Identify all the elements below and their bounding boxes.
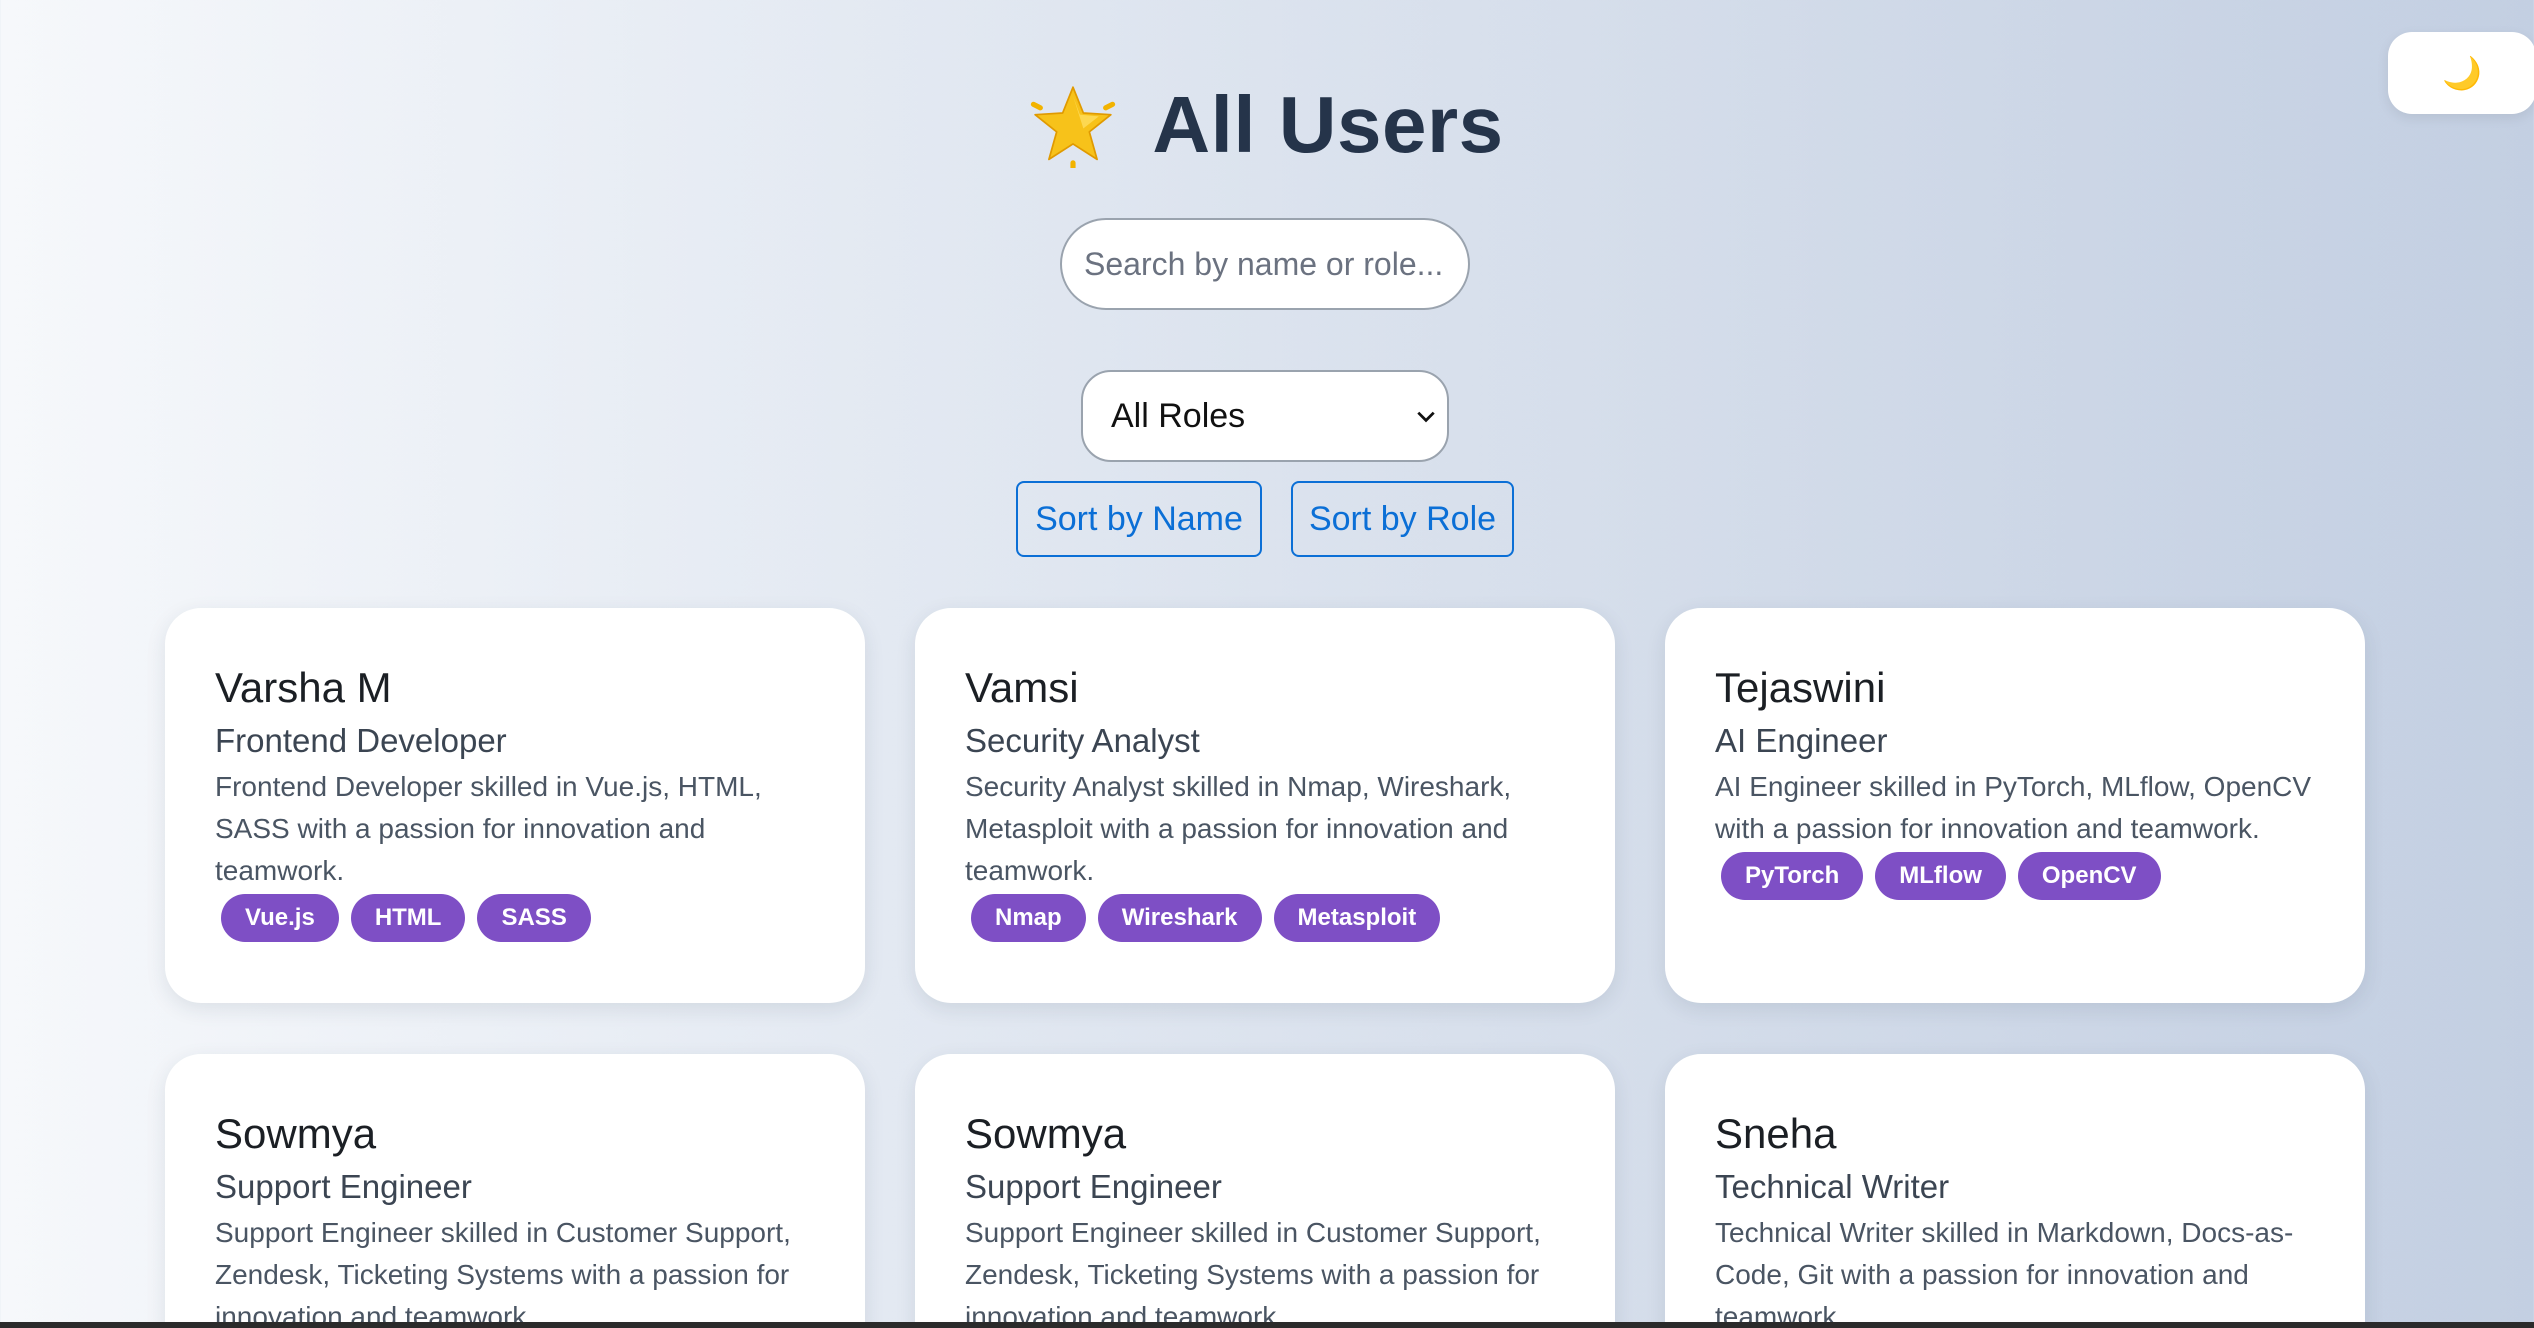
skill-tag: Metasploit [1273, 894, 1441, 942]
search-input[interactable] [1060, 218, 1470, 310]
user-name: Tejaswini [1715, 664, 1886, 711]
user-card: Sneha Technical Writer Technical Writer … [1665, 1054, 2365, 1328]
sort-by-name-button[interactable]: Sort by Name [1016, 481, 1262, 557]
skill-tag: SASS [477, 894, 591, 942]
page-header: All Users [0, 70, 2534, 180]
skill-tag: PyTorch [1721, 852, 1864, 900]
sort-by-role-button[interactable]: Sort by Role [1291, 481, 1514, 557]
user-card: Sowmya Support Engineer Support Engineer… [915, 1054, 1615, 1328]
user-card: Sowmya Support Engineer Support Engineer… [165, 1054, 865, 1328]
skill-tag: Vue.js [221, 894, 339, 942]
page-title: All Users [1152, 80, 1504, 169]
chevron-down-icon [1417, 411, 1435, 423]
role-filter-value: All Roles [1111, 396, 1246, 435]
user-name: Sneha [1715, 1110, 1837, 1157]
star-icon [1031, 86, 1116, 168]
user-description: Security Analyst skilled in Nmap, Wiresh… [965, 771, 1512, 886]
skill-tag: Wireshark [1097, 894, 1262, 942]
user-card: Vamsi Security Analyst Security Analyst … [915, 608, 1615, 1003]
user-description: Support Engineer skilled in Customer Sup… [965, 1217, 1541, 1328]
user-role: AI Engineer [1715, 722, 1888, 759]
skill-tags: Nmap Wireshark Metasploit [965, 894, 1565, 942]
user-role: Security Analyst [965, 722, 1200, 759]
user-name: Vamsi [965, 664, 1079, 711]
search-wrapper [1060, 218, 1470, 310]
skill-tag: OpenCV [2017, 852, 2161, 900]
user-role: Frontend Developer [215, 722, 507, 759]
user-description: Support Engineer skilled in Customer Sup… [215, 1217, 791, 1328]
user-description: AI Engineer skilled in PyTorch, MLflow, … [1715, 771, 2312, 844]
user-description: Frontend Developer skilled in Vue.js, HT… [215, 771, 762, 886]
skill-tag: MLflow [1875, 852, 2006, 900]
user-name: Sowmya [965, 1110, 1127, 1157]
user-role: Support Engineer [215, 1168, 472, 1205]
user-role: Support Engineer [965, 1168, 1222, 1205]
skill-tags: Vue.js HTML SASS [215, 894, 815, 942]
role-filter-select[interactable]: All Roles [1081, 370, 1449, 462]
skill-tag: HTML [350, 894, 466, 942]
user-card: Varsha M Frontend Developer Frontend Dev… [165, 608, 865, 1003]
user-description: Technical Writer skilled in Markdown, Do… [1715, 1217, 2294, 1328]
user-card: Tejaswini AI Engineer AI Engineer skille… [1665, 608, 2365, 1003]
skill-tag: Nmap [971, 894, 1086, 942]
window-bottom-edge [0, 1322, 2534, 1328]
skill-tags: PyTorch MLflow OpenCV [1715, 852, 2315, 900]
user-name: Sowmya [215, 1110, 377, 1157]
user-role: Technical Writer [1715, 1168, 1950, 1205]
user-name: Varsha M [215, 664, 392, 711]
